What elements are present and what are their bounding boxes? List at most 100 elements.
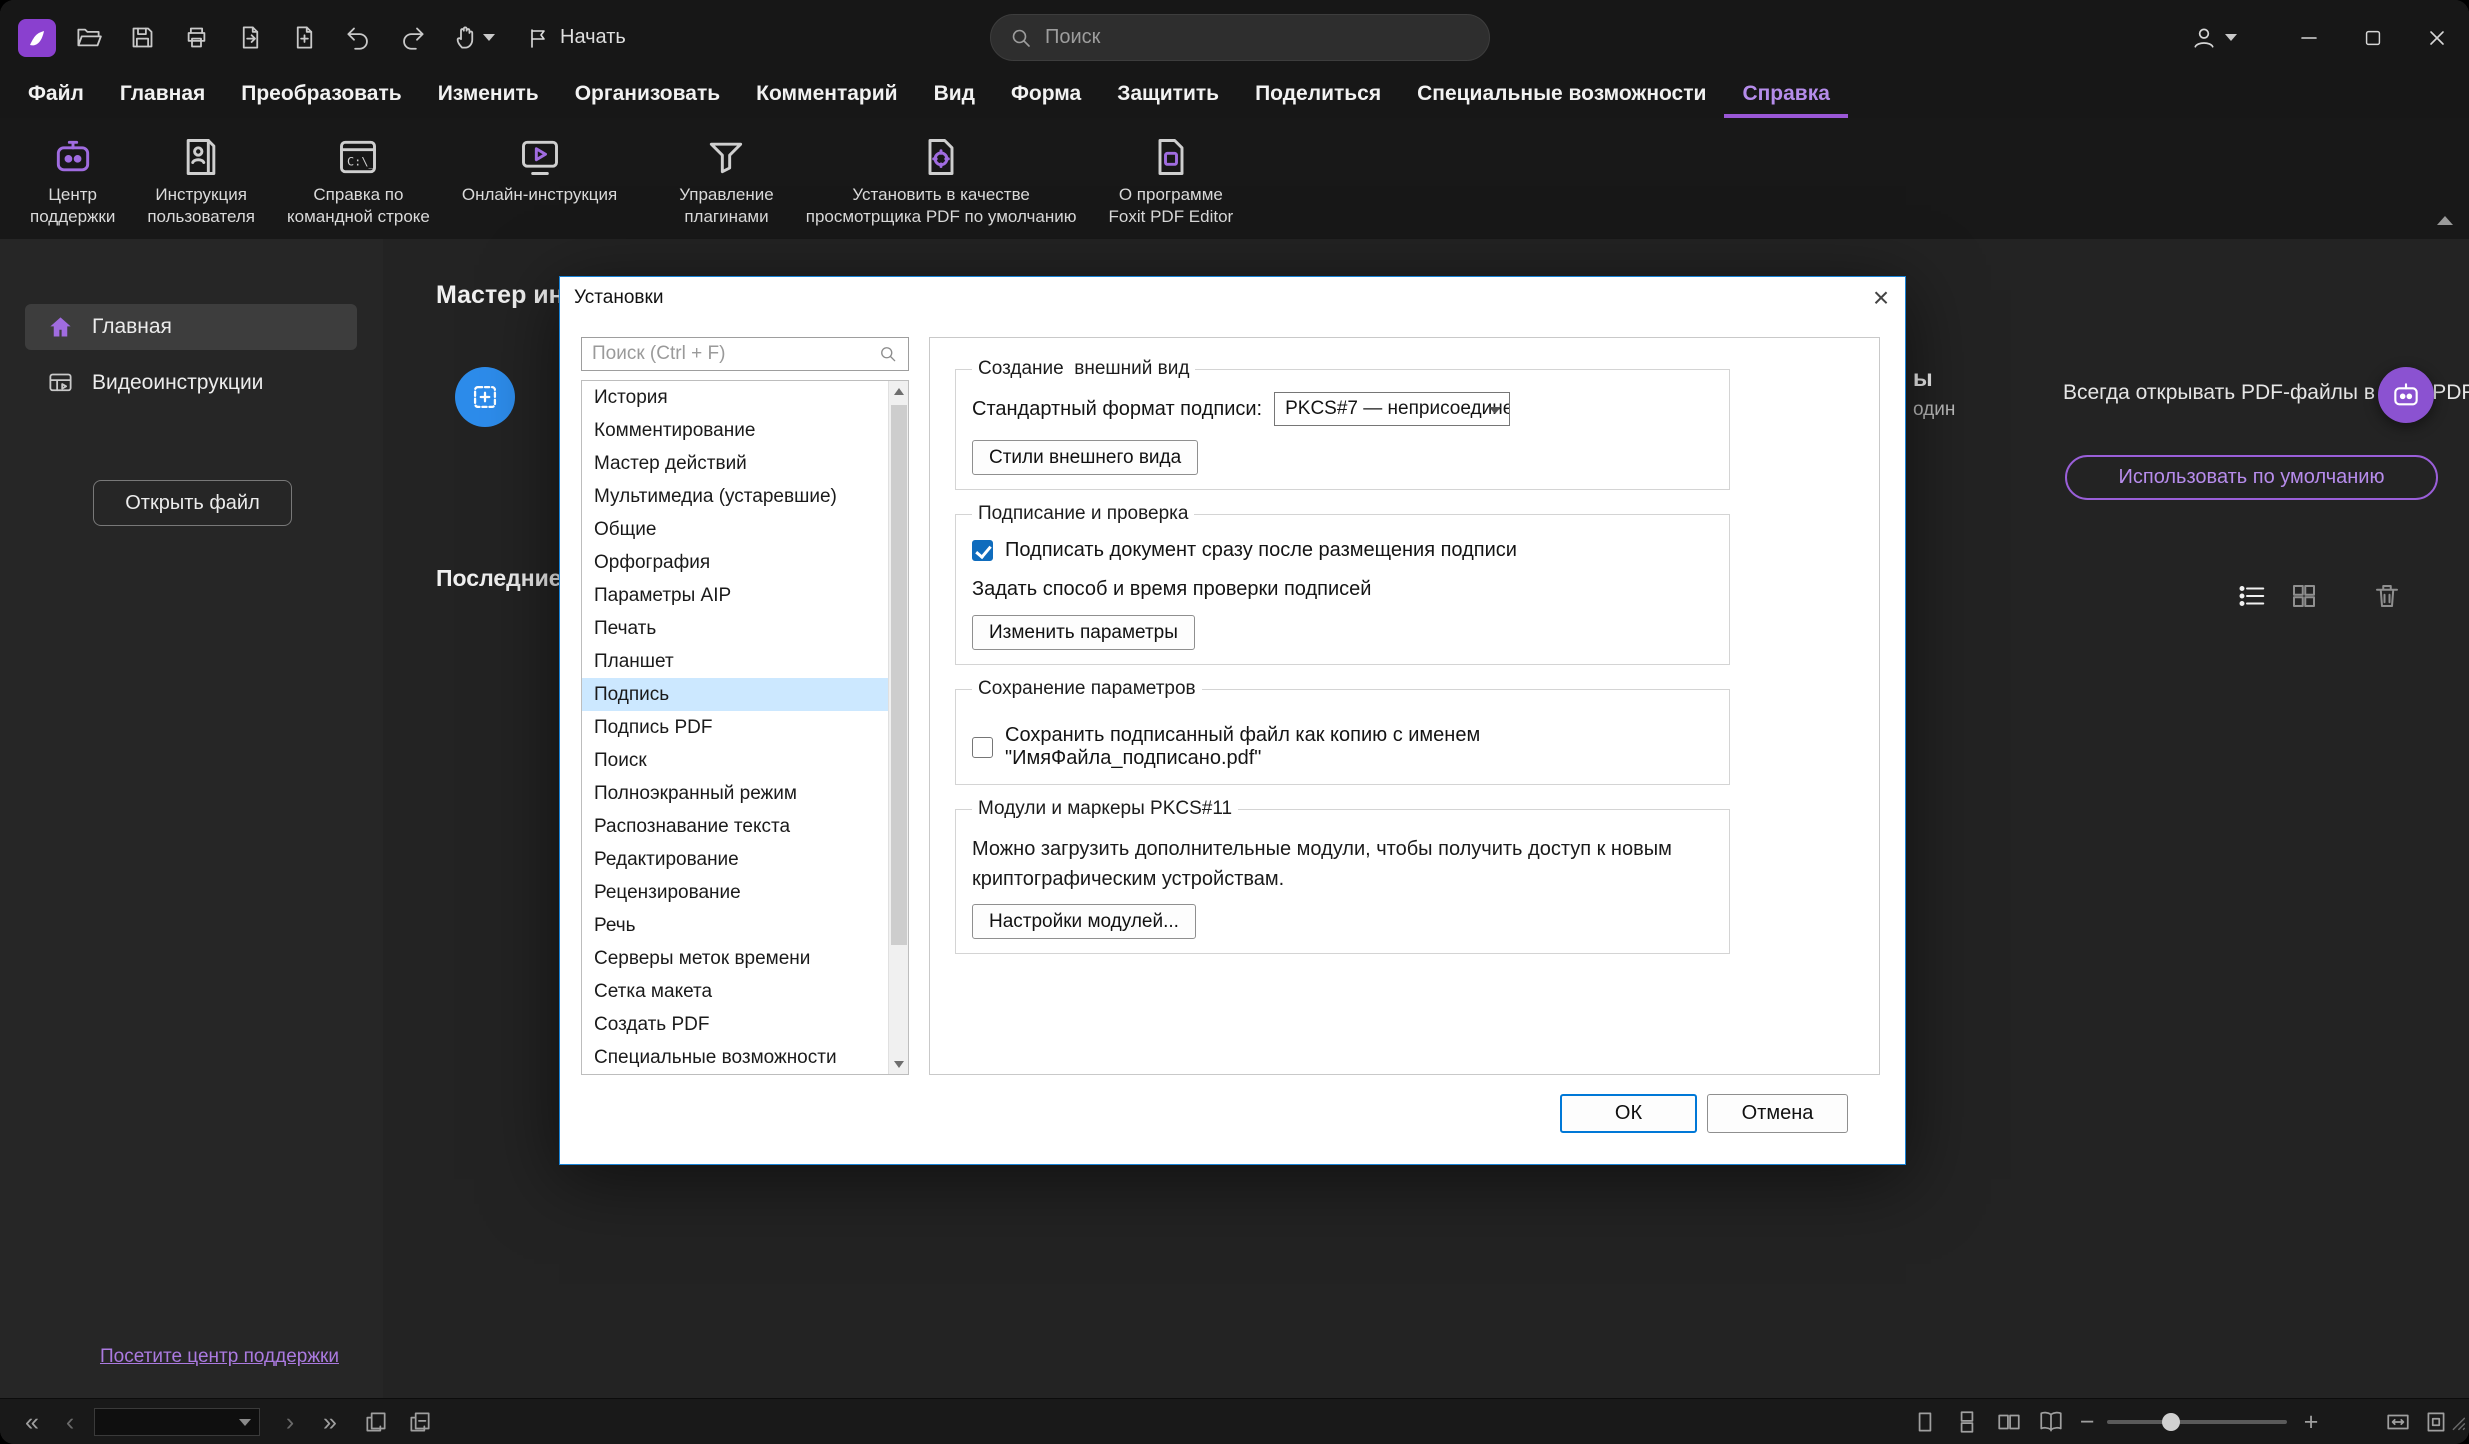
resize-grip-icon[interactable] bbox=[2446, 1399, 2468, 1444]
category-item[interactable]: Речь bbox=[582, 909, 888, 942]
page-number-input[interactable] bbox=[94, 1408, 260, 1436]
start-button[interactable]: Начать bbox=[526, 26, 626, 50]
single-page-view-button[interactable] bbox=[1905, 1399, 1945, 1444]
zoom-in-button[interactable]: + bbox=[2295, 1399, 2327, 1444]
category-item[interactable]: Редактирование bbox=[582, 843, 888, 876]
category-item[interactable]: Поиск bbox=[582, 744, 888, 777]
clipboard-button[interactable] bbox=[400, 1399, 440, 1444]
menu-tab-convert[interactable]: Преобразовать bbox=[223, 75, 419, 118]
category-item[interactable]: Серверы меток времени bbox=[582, 942, 888, 975]
category-item[interactable]: Создать PDF bbox=[582, 1008, 888, 1041]
sidebar-item-video-tutorials[interactable]: Видеоинструкции bbox=[25, 360, 357, 406]
support-assistant-button[interactable] bbox=[2378, 367, 2434, 423]
ribbon-manage-plugins[interactable]: Управлениеплагинами bbox=[663, 118, 790, 228]
scrollbar-thumb[interactable] bbox=[891, 405, 907, 945]
minimize-button[interactable] bbox=[2277, 0, 2341, 75]
last-page-button[interactable]: » bbox=[312, 1399, 348, 1444]
menu-tab-protect[interactable]: Защитить bbox=[1099, 75, 1237, 118]
use-as-default-button[interactable]: Использовать по умолчанию bbox=[2065, 455, 2438, 500]
category-item[interactable]: Мастер действий bbox=[582, 447, 888, 480]
save-copy-label[interactable]: Сохранить подписанный файл как копию с и… bbox=[1005, 724, 1713, 770]
clear-recent-button[interactable] bbox=[2368, 577, 2406, 615]
hand-tool-icon[interactable] bbox=[444, 16, 502, 60]
account-button[interactable] bbox=[2191, 25, 2237, 51]
category-item[interactable]: Параметры AIP bbox=[582, 579, 888, 612]
close-button[interactable] bbox=[2405, 0, 2469, 75]
dialog-close-button[interactable]: × bbox=[1863, 280, 1899, 316]
menu-tab-file[interactable]: Файл bbox=[10, 75, 102, 118]
change-settings-button[interactable]: Изменить параметры bbox=[972, 615, 1195, 650]
menu-tab-comment[interactable]: Комментарий bbox=[738, 75, 915, 118]
open-file-button[interactable]: Открыть файл bbox=[93, 480, 292, 526]
sidebar-item-home[interactable]: Главная bbox=[25, 304, 357, 350]
preferences-search-input[interactable]: Поиск (Ctrl + F) bbox=[581, 337, 909, 371]
save-copy-checkbox[interactable] bbox=[972, 737, 993, 758]
print-icon[interactable] bbox=[174, 16, 218, 60]
next-page-button[interactable]: › bbox=[272, 1399, 308, 1444]
category-item[interactable]: Рецензирование bbox=[582, 876, 888, 909]
page-caret-icon[interactable] bbox=[239, 1419, 251, 1426]
category-item[interactable]: Орфография bbox=[582, 546, 888, 579]
cancel-button[interactable]: Отмена bbox=[1707, 1094, 1848, 1133]
module-settings-button[interactable]: Настройки модулей... bbox=[972, 904, 1196, 939]
category-item[interactable]: Общие bbox=[582, 513, 888, 546]
menu-tab-share[interactable]: Поделиться bbox=[1237, 75, 1399, 118]
ribbon-user-manual[interactable]: Инструкцияпользователя bbox=[131, 118, 271, 228]
redo-icon[interactable] bbox=[390, 16, 434, 60]
global-search-input[interactable]: Поиск bbox=[990, 14, 1490, 61]
first-page-button[interactable]: « bbox=[14, 1399, 50, 1444]
search-icon bbox=[1009, 26, 1033, 50]
zoom-out-button[interactable]: − bbox=[2071, 1399, 2103, 1444]
scroll-down-icon[interactable] bbox=[889, 1054, 909, 1074]
ribbon-command-line-help[interactable]: C:\_ Справка покомандной строке bbox=[271, 118, 446, 228]
zoom-slider-thumb[interactable] bbox=[2162, 1413, 2180, 1431]
fit-width-button[interactable] bbox=[2378, 1399, 2418, 1444]
open-file-icon[interactable] bbox=[66, 16, 110, 60]
ribbon-support-center[interactable]: Центрподдержки bbox=[14, 118, 131, 228]
category-item[interactable]: Планшет bbox=[582, 645, 888, 678]
category-item[interactable]: Подпись PDF bbox=[582, 711, 888, 744]
ribbon-set-default-viewer[interactable]: Установить в качествепросмотрщика PDF по… bbox=[790, 118, 1093, 228]
appearance-styles-button[interactable]: Стили внешнего вида bbox=[972, 440, 1198, 475]
undo-icon[interactable] bbox=[336, 16, 380, 60]
collapse-ribbon-icon[interactable] bbox=[2437, 216, 2453, 225]
book-view-button[interactable] bbox=[2031, 1399, 2071, 1444]
facing-view-button[interactable] bbox=[1989, 1399, 2029, 1444]
continuous-view-button[interactable] bbox=[1947, 1399, 1987, 1444]
category-scrollbar[interactable] bbox=[888, 381, 908, 1074]
ok-button[interactable]: ОК bbox=[1560, 1094, 1697, 1133]
support-center-link[interactable]: Посетите центр поддержки bbox=[100, 1346, 339, 1368]
menu-tab-accessibility[interactable]: Специальные возможности bbox=[1399, 75, 1724, 118]
grid-view-button[interactable] bbox=[2285, 577, 2323, 615]
category-item[interactable]: Специальные возможности bbox=[582, 1041, 888, 1074]
scroll-up-icon[interactable] bbox=[889, 381, 909, 401]
category-item[interactable]: Полноэкранный режим bbox=[582, 777, 888, 810]
signature-format-select[interactable]: PKCS#7 — неприсоедине bbox=[1274, 392, 1510, 426]
sign-immediately-label[interactable]: Подписать документ сразу после размещени… bbox=[1005, 539, 1517, 562]
list-view-button[interactable] bbox=[2233, 577, 2271, 615]
menu-tab-edit[interactable]: Изменить bbox=[420, 75, 557, 118]
sign-immediately-checkbox[interactable] bbox=[972, 540, 993, 561]
maximize-button[interactable] bbox=[2341, 0, 2405, 75]
category-item[interactable]: Печать bbox=[582, 612, 888, 645]
category-item[interactable]: Распознавание текста bbox=[582, 810, 888, 843]
category-item[interactable]: Мультимедиа (устаревшие) bbox=[582, 480, 888, 513]
snapshot-button[interactable] bbox=[356, 1399, 396, 1444]
menu-tab-help[interactable]: Справка bbox=[1724, 75, 1847, 118]
ribbon-online-tutorial[interactable]: Онлайн-инструкция bbox=[446, 118, 633, 206]
group-signing-verification: Подписание и проверка Подписать документ… bbox=[955, 503, 1730, 665]
ribbon-about[interactable]: О программеFoxit PDF Editor bbox=[1093, 118, 1250, 228]
export-document-icon[interactable] bbox=[228, 16, 272, 60]
menu-tab-home[interactable]: Главная bbox=[102, 75, 223, 118]
category-item[interactable]: Комментирование bbox=[582, 414, 888, 447]
menu-tab-organize[interactable]: Организовать bbox=[557, 75, 738, 118]
previous-page-button[interactable]: ‹ bbox=[52, 1399, 88, 1444]
menu-tab-form[interactable]: Форма bbox=[993, 75, 1099, 118]
zoom-slider-track[interactable] bbox=[2107, 1420, 2287, 1424]
category-item[interactable]: Сетка макета bbox=[582, 975, 888, 1008]
category-item[interactable]: История bbox=[582, 381, 888, 414]
category-item[interactable]: Подпись bbox=[582, 678, 888, 711]
new-document-icon[interactable] bbox=[282, 16, 326, 60]
save-icon[interactable] bbox=[120, 16, 164, 60]
menu-tab-view[interactable]: Вид bbox=[916, 75, 993, 118]
